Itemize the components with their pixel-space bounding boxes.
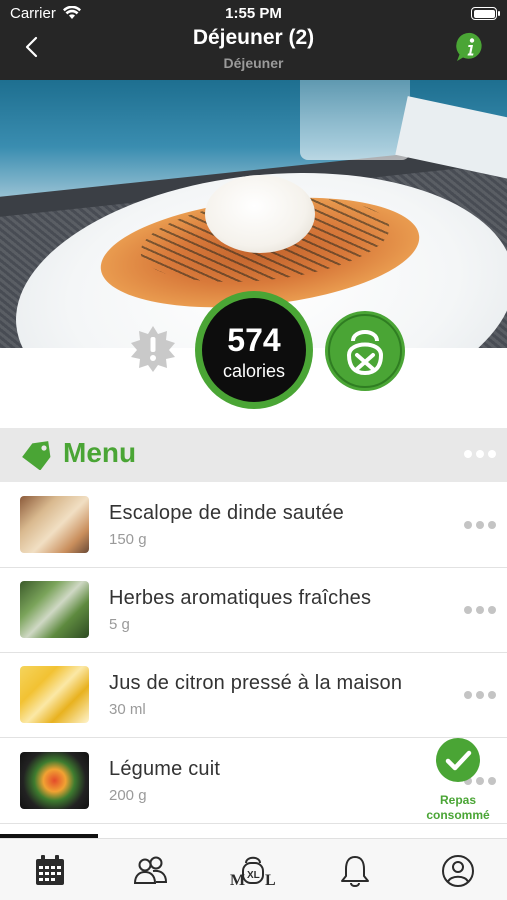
food-quantity: 30 ml	[109, 701, 146, 718]
menu-title: Menu	[63, 437, 137, 468]
mxl-kettlebell-icon[interactable]: M XL L	[228, 851, 278, 891]
food-name: Légume cuit	[109, 758, 221, 780]
calories-badge[interactable]: 574 calories	[195, 291, 313, 409]
navigation-bar: Carrier 1:55 PM Déjeuner (2) Déjeuner	[0, 0, 507, 80]
food-name: Jus de citron pressé à la maison	[109, 672, 403, 694]
svg-text:L: L	[265, 872, 276, 889]
page-subtitle: Déjeuner	[223, 55, 284, 71]
calories-label: calories	[222, 361, 286, 381]
tab-bar: M XL L	[0, 838, 507, 900]
food-name: Herbes aromatiques fraîches	[109, 587, 372, 609]
menu-options-button[interactable]	[464, 450, 498, 460]
list-item[interactable]: Escalope de dinde sautée 150 g	[0, 483, 507, 568]
page-title: Déjeuner (2)	[192, 26, 315, 49]
menu-section-header: Menu	[0, 428, 507, 482]
list-item[interactable]: Jus de citron pressé à la maison 30 ml	[0, 653, 507, 738]
bell-icon[interactable]	[335, 851, 375, 891]
check-circle-icon	[445, 750, 472, 771]
status-bar: Carrier 1:55 PM	[0, 0, 507, 28]
meal-consumed-button[interactable]	[436, 738, 480, 782]
item-options-button[interactable]	[464, 691, 498, 701]
food-quantity: 5 g	[109, 616, 130, 633]
lemon-juice-photo	[20, 666, 89, 723]
svg-text:XL: XL	[247, 870, 260, 881]
calories-value: 574	[227, 322, 281, 358]
food-quantity: 200 g	[109, 787, 147, 804]
info-bubble-icon[interactable]	[455, 31, 487, 63]
food-name: Escalope de dinde sautée	[109, 502, 344, 524]
tag-icon	[22, 441, 51, 470]
food-quantity: 150 g	[109, 531, 147, 548]
cooked-vegetables-photo	[20, 752, 89, 809]
item-options-button[interactable]	[464, 606, 498, 616]
item-options-button[interactable]	[464, 521, 498, 531]
fresh-herbs-photo	[20, 581, 89, 638]
profile-icon[interactable]	[438, 851, 478, 891]
warning-badge-icon[interactable]	[128, 324, 178, 374]
activity-badge[interactable]	[325, 311, 405, 391]
kettlebell-cross-icon	[328, 314, 402, 388]
svg-text:M: M	[230, 872, 245, 889]
calendar-icon[interactable]	[30, 851, 70, 891]
battery-icon	[471, 7, 500, 20]
community-icon[interactable]	[131, 851, 171, 891]
list-item[interactable]: Herbes aromatiques fraîches 5 g	[0, 568, 507, 653]
turkey-escalope-photo	[20, 496, 89, 553]
meal-consumed-label[interactable]: Repas consommé	[410, 793, 506, 823]
status-time: 1:55 PM	[225, 5, 282, 22]
